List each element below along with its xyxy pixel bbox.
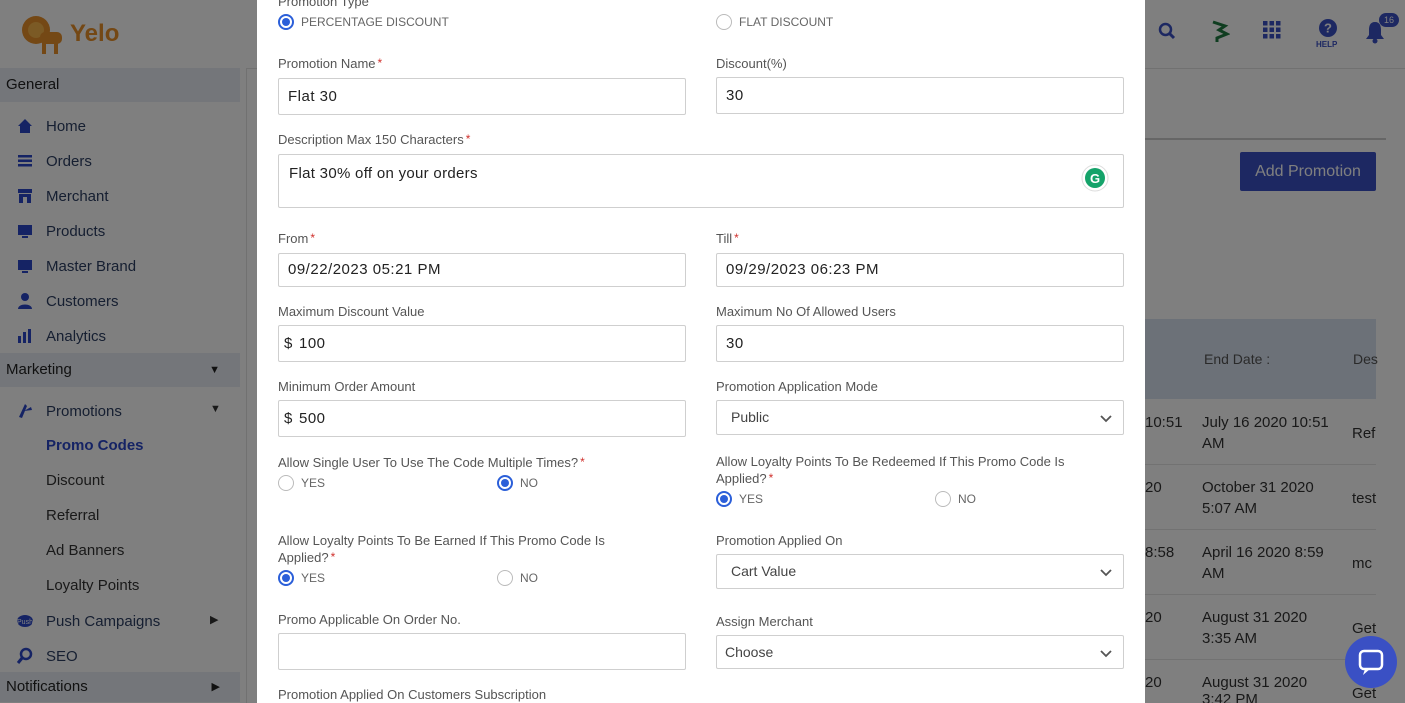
- required-asterisk: *: [734, 231, 739, 245]
- select-value: Public: [731, 409, 770, 425]
- chat-bubble-icon: [1358, 649, 1384, 675]
- radio-label: YES: [301, 476, 326, 490]
- svg-text:G: G: [1090, 171, 1100, 186]
- discount-label: Discount(%): [716, 56, 787, 71]
- applied-on-label: Promotion Applied On: [716, 533, 843, 548]
- radio-label: NO: [958, 492, 976, 506]
- description-label: Description Max 150 Characters *: [278, 131, 470, 148]
- radio-unselected-icon: [278, 475, 294, 491]
- promotion-name-input[interactable]: Flat 30: [278, 78, 686, 115]
- till-label: Till *: [716, 230, 739, 247]
- max-users-label: Maximum No Of Allowed Users: [716, 304, 896, 319]
- radio-loyalty-redeem-no[interactable]: NO: [935, 491, 976, 507]
- required-asterisk: *: [768, 471, 774, 485]
- required-asterisk: *: [580, 455, 585, 469]
- currency-symbol: $: [284, 335, 293, 352]
- chevron-down-icon: [1100, 569, 1112, 577]
- radio-selected-icon: [497, 475, 513, 491]
- select-value: Cart Value: [731, 563, 797, 579]
- assign-merchant-select[interactable]: Choose: [716, 635, 1124, 669]
- required-asterisk: *: [377, 56, 383, 70]
- single-user-label: Allow Single User To Use The Code Multip…: [278, 454, 585, 471]
- label-text: Promotion Name: [278, 56, 376, 71]
- radio-flat-discount[interactable]: FLAT DISCOUNT: [716, 14, 833, 30]
- chevron-down-icon: [1100, 415, 1112, 423]
- radio-label: YES: [739, 492, 764, 506]
- radio-loyalty-redeem-yes[interactable]: YES: [716, 491, 763, 507]
- order-no-input[interactable]: [278, 633, 686, 670]
- required-asterisk: *: [465, 132, 471, 146]
- radio-label: YES: [301, 571, 326, 585]
- min-order-label: Minimum Order Amount: [278, 379, 416, 394]
- label-text: Description Max 150 Characters: [278, 132, 464, 147]
- radio-label: NO: [520, 476, 538, 490]
- label-text: Allow Single User To Use The Code Multip…: [278, 455, 579, 470]
- subscription-label: Promotion Applied On Customers Subscript…: [278, 687, 547, 702]
- label-text: From: [278, 231, 309, 246]
- label-text: Allow Loyalty Points To Be Earned If Thi…: [278, 533, 605, 565]
- radio-label: PERCENTAGE DISCOUNT: [301, 15, 449, 29]
- description-textarea[interactable]: Flat 30% off on your orders: [278, 154, 1124, 208]
- min-order-input[interactable]: 500: [278, 400, 686, 437]
- chevron-down-icon: [1100, 650, 1112, 658]
- order-no-label: Promo Applicable On Order No.: [278, 612, 461, 627]
- from-label: From *: [278, 230, 315, 247]
- required-asterisk: *: [330, 550, 336, 564]
- radio-loyalty-earn-yes[interactable]: YES: [278, 570, 325, 586]
- loyalty-earn-label: Allow Loyalty Points To Be Earned If Thi…: [278, 532, 658, 566]
- loyalty-redeem-label: Allow Loyalty Points To Be Redeemed If T…: [716, 453, 1116, 487]
- radio-loyalty-earn-no[interactable]: NO: [497, 570, 538, 586]
- assign-merchant-label: Assign Merchant: [716, 614, 813, 629]
- discount-input[interactable]: 30: [716, 77, 1124, 114]
- max-discount-input[interactable]: 100: [278, 325, 686, 362]
- required-asterisk: *: [310, 231, 316, 245]
- label-text: Till: [716, 231, 733, 246]
- radio-selected-icon: [278, 14, 294, 30]
- radio-unselected-icon: [935, 491, 951, 507]
- from-date-input[interactable]: 09/22/2023 05:21 PM: [278, 253, 686, 287]
- promotion-name-label: Promotion Name *: [278, 55, 382, 72]
- promotion-type-label: Promotion Type: [278, 0, 369, 9]
- application-mode-select[interactable]: Public: [716, 400, 1124, 435]
- currency-symbol: $: [284, 410, 293, 427]
- radio-percentage-discount[interactable]: PERCENTAGE DISCOUNT: [278, 14, 449, 30]
- max-users-input[interactable]: 30: [716, 325, 1124, 362]
- radio-selected-icon: [278, 570, 294, 586]
- radio-selected-icon: [716, 491, 732, 507]
- till-date-input[interactable]: 09/29/2023 06:23 PM: [716, 253, 1124, 287]
- promotion-modal: Promotion Type PERCENTAGE DISCOUNT FLAT …: [257, 0, 1145, 703]
- grammarly-icon[interactable]: G: [1081, 164, 1109, 192]
- select-value: Choose: [725, 644, 774, 660]
- radio-unselected-icon: [716, 14, 732, 30]
- application-mode-label: Promotion Application Mode: [716, 379, 878, 394]
- radio-label: FLAT DISCOUNT: [739, 15, 834, 29]
- max-discount-label: Maximum Discount Value: [278, 304, 425, 319]
- radio-label: NO: [520, 571, 538, 585]
- radio-single-user-yes[interactable]: YES: [278, 475, 325, 491]
- applied-on-select[interactable]: Cart Value: [716, 554, 1124, 589]
- chat-widget-button[interactable]: [1345, 636, 1397, 688]
- radio-single-user-no[interactable]: NO: [497, 475, 538, 491]
- radio-unselected-icon: [497, 570, 513, 586]
